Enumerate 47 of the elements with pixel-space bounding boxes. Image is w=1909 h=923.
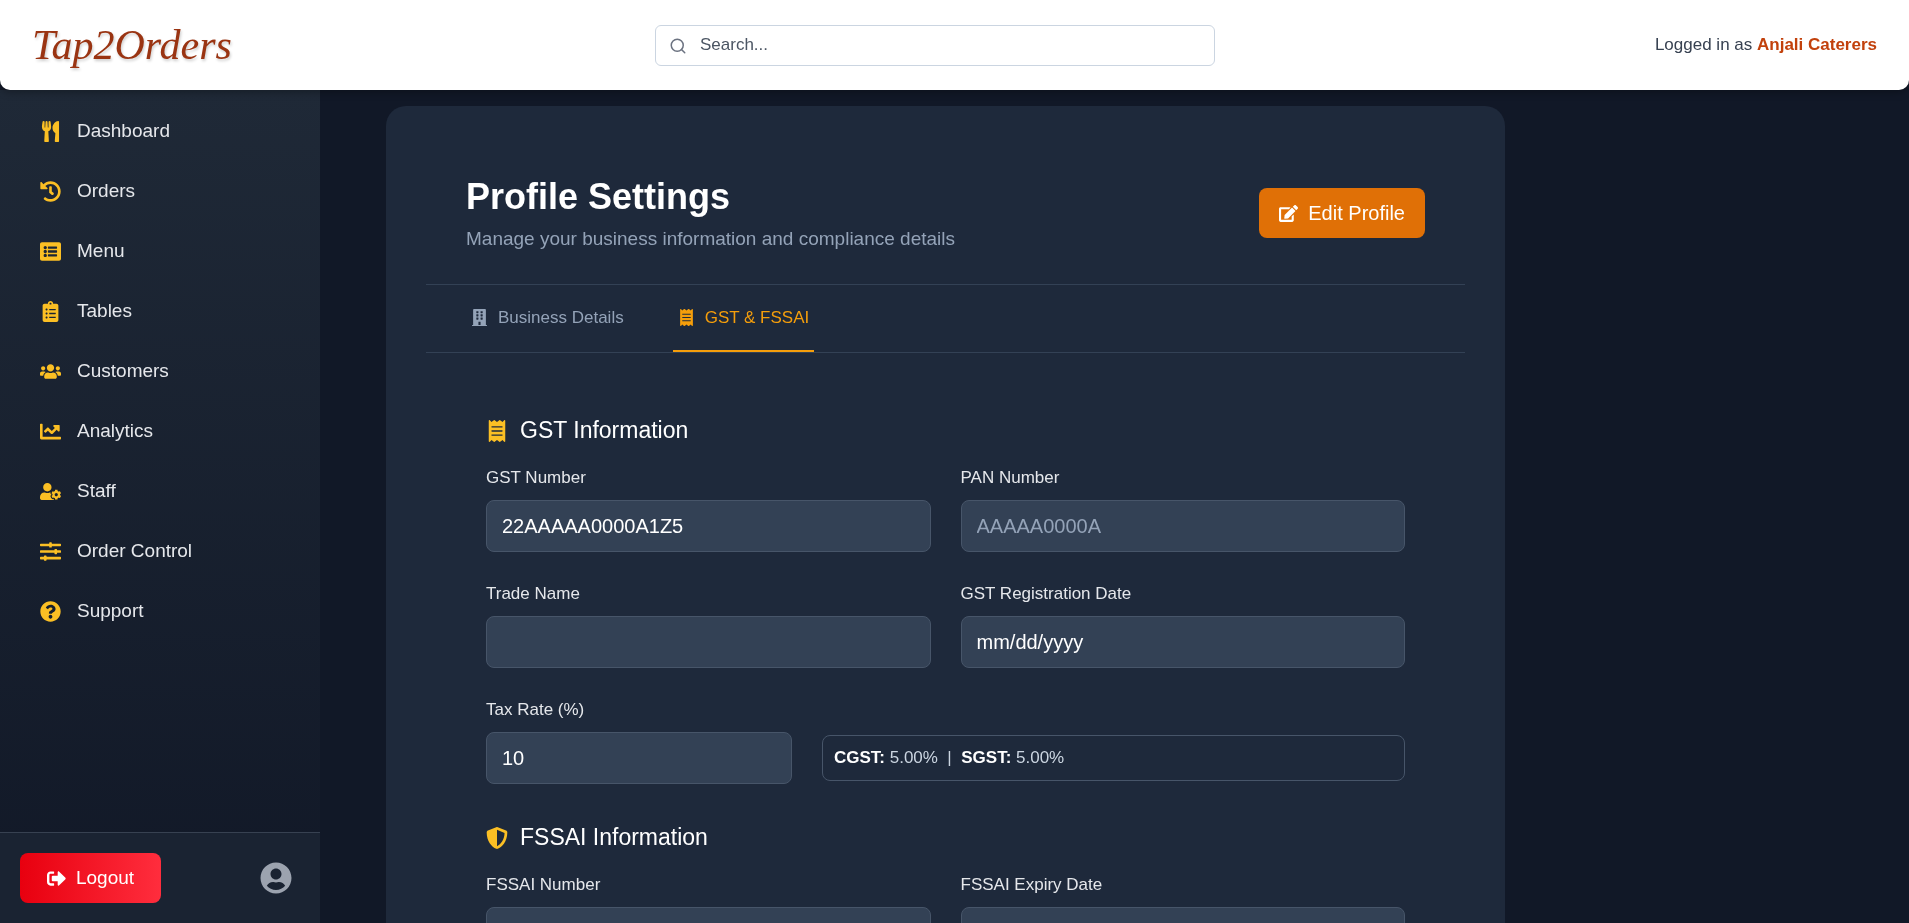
sidebar-item[interactable]: Analytics xyxy=(0,401,320,461)
sidebar-icon xyxy=(40,300,61,322)
page-subtitle: Manage your business information and compliance details xyxy=(466,228,955,250)
logout-button[interactable]: Logout xyxy=(20,853,161,903)
field-label: GST Number xyxy=(486,468,587,488)
field-label: FSSAI Expiry Date xyxy=(960,875,1104,895)
sidebar-item[interactable]: Tables xyxy=(0,281,320,341)
field-label: Tax Rate (%) xyxy=(486,700,586,720)
field-label: PAN Number xyxy=(960,468,1061,488)
field-label: FSSAI Number xyxy=(486,875,602,895)
tab[interactable]: GST & FSSAI xyxy=(672,285,815,352)
sidebar-item[interactable]: Staff xyxy=(0,461,320,521)
sidebar-icon xyxy=(40,480,61,502)
logout-icon xyxy=(46,868,66,888)
sidebar-item[interactable]: Support xyxy=(0,581,320,641)
sidebar-icon xyxy=(40,180,61,202)
user-avatar-icon[interactable] xyxy=(260,862,292,894)
logo: Tap2Orders xyxy=(32,21,233,69)
edit-icon xyxy=(1279,203,1299,223)
section-title: GST Information xyxy=(486,417,1405,444)
sidebar-icon xyxy=(40,120,61,142)
date-field[interactable]: mm/dd/yyyy xyxy=(960,616,1405,668)
receipt-icon xyxy=(486,419,508,442)
page-title: Profile Settings xyxy=(466,176,732,218)
section-title: FSSAI Information xyxy=(486,824,1405,851)
sidebar-item[interactable]: Customers xyxy=(0,341,320,401)
sidebar-item[interactable]: Dashboard xyxy=(0,101,320,161)
field-label: GST Registration Date xyxy=(960,584,1133,604)
input-field[interactable]: 22AAAAA0000A1Z5 xyxy=(486,500,931,552)
input-field[interactable]: AAAAA0000A xyxy=(960,500,1405,552)
sidebar-icon xyxy=(40,240,61,262)
sidebar-icon xyxy=(40,600,61,622)
search-icon xyxy=(669,36,687,55)
shield-icon xyxy=(486,826,508,849)
input-field[interactable]: 10 xyxy=(486,732,792,784)
logged-in-text: Logged in as Anjali Caterers xyxy=(1654,35,1877,55)
tab[interactable]: Business Details xyxy=(466,285,629,352)
building-icon xyxy=(471,309,488,326)
receipt-icon xyxy=(677,309,695,326)
search-field[interactable]: Search... xyxy=(655,24,1215,66)
sidebar-item[interactable]: Menu xyxy=(0,221,320,281)
sidebar-item[interactable]: Orders xyxy=(0,161,320,221)
input-field[interactable] xyxy=(486,616,931,668)
tax-split-info: CGST: 5.00% | SGST: 5.00% xyxy=(822,735,1405,781)
sidebar-item[interactable]: Order Control xyxy=(0,521,320,581)
sidebar-icon xyxy=(40,540,61,562)
field-label: Trade Name xyxy=(486,584,581,604)
